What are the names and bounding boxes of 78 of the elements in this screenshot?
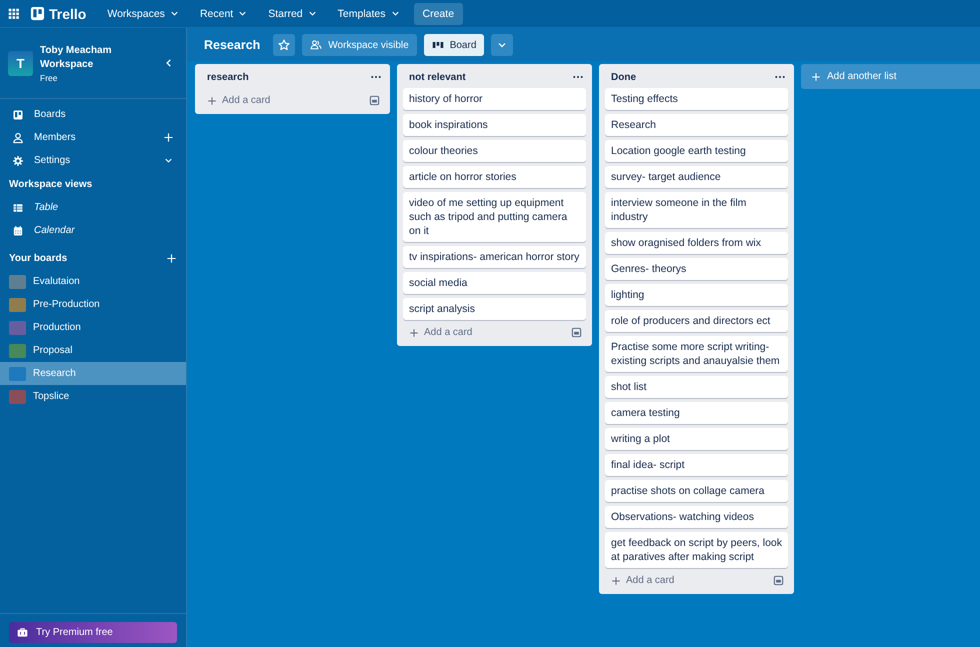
card[interactable]: show oragnised folders from wix — [605, 232, 788, 254]
add-list-button[interactable]: Add another list — [801, 64, 980, 89]
card[interactable]: camera testing — [605, 402, 788, 424]
plus-icon — [811, 72, 821, 82]
card[interactable]: Testing effects — [605, 88, 788, 110]
card[interactable]: lighting — [605, 284, 788, 306]
menu-dropdown[interactable]: Starred — [261, 4, 325, 24]
card[interactable]: final idea- script — [605, 454, 788, 476]
visibility-button[interactable]: Workspace visible — [302, 34, 417, 56]
calendar-icon — [12, 224, 24, 236]
create-button[interactable]: Create — [414, 2, 464, 24]
list-title[interactable]: not relevant — [409, 72, 466, 82]
view-item[interactable]: Calendar — [34, 225, 174, 236]
add-card-button[interactable]: Add a card — [403, 323, 478, 342]
workspace-name: Toby Meacham Workspace — [40, 44, 112, 72]
template-icon[interactable] — [571, 327, 582, 338]
add-card-button[interactable]: Add a card — [605, 571, 680, 590]
nav-item[interactable]: Boards — [34, 109, 174, 120]
menu-dropdown[interactable]: Templates — [330, 4, 408, 24]
briefcase-icon — [17, 627, 28, 638]
section-heading: Workspace views — [8, 178, 94, 192]
plus-icon[interactable] — [166, 252, 177, 264]
card[interactable]: practise shots on collage camera — [605, 480, 788, 502]
card[interactable]: Location google earth testing — [605, 140, 788, 162]
boards-icon — [12, 108, 24, 120]
card[interactable]: history of horror — [403, 88, 586, 110]
plus-icon[interactable] — [163, 132, 174, 143]
logo-text: Trello — [49, 6, 86, 22]
menu-dropdown[interactable]: Workspaces — [100, 4, 187, 24]
card[interactable]: writing a plot — [605, 428, 788, 450]
card[interactable]: shot list — [605, 376, 788, 398]
card[interactable]: script analysis — [403, 298, 586, 320]
board-item[interactable]: Topslice — [0, 385, 186, 408]
workspace-avatar: T — [8, 50, 33, 76]
card[interactable]: interview someone in the film industry — [605, 192, 788, 228]
board-item[interactable]: Proposal — [0, 339, 186, 362]
plan-label: Free — [40, 72, 58, 82]
view-item[interactable]: Table — [34, 202, 174, 213]
card[interactable]: book inspirations — [403, 114, 586, 136]
card[interactable]: article on horror stories — [403, 166, 586, 188]
card[interactable]: role of producers and directors ect — [605, 310, 788, 332]
logo-icon — [30, 6, 45, 21]
premium-button[interactable]: Try Premium free — [9, 622, 177, 643]
menu-dropdown[interactable]: Recent — [192, 4, 256, 24]
person-icon — [12, 132, 24, 144]
board-title[interactable]: Research — [204, 38, 260, 52]
card[interactable]: Practise some more script writing- existing scripts and anauyalsie them — [605, 336, 788, 372]
settings-icon — [12, 154, 24, 166]
card[interactable]: Observations- watching videos — [605, 506, 788, 528]
add-card-button[interactable]: Add a card — [201, 91, 276, 110]
list-title[interactable]: Done — [611, 72, 636, 82]
board-item[interactable]: Evalutaion — [0, 270, 186, 293]
table-icon — [12, 202, 24, 214]
card[interactable]: tv inspirations- american horror story — [403, 246, 586, 268]
view-tab[interactable]: Board — [424, 34, 484, 56]
nav-item[interactable]: Members — [34, 132, 153, 143]
card[interactable]: Genres- theorys — [605, 258, 788, 280]
card[interactable]: colour theories — [403, 140, 586, 162]
nav-item[interactable]: Settings — [34, 155, 153, 166]
section-heading: Your boards — [8, 252, 68, 266]
card[interactable]: Research — [605, 114, 788, 136]
star-icon — [278, 39, 290, 51]
template-icon[interactable] — [369, 95, 380, 106]
list-title[interactable]: research — [207, 72, 249, 82]
template-icon[interactable] — [773, 575, 784, 586]
star-button[interactable] — [273, 34, 296, 56]
plus-icon — [611, 576, 621, 586]
board-item[interactable]: Production — [0, 316, 186, 339]
people-icon — [310, 39, 322, 51]
board-view-icon — [432, 39, 444, 51]
card[interactable]: social media — [403, 272, 586, 294]
card[interactable]: video of me setting up equipment such as tripod and putting camera on it — [403, 192, 586, 242]
plus-icon — [409, 328, 419, 338]
board-item[interactable]: Pre-Production — [0, 293, 186, 316]
apps-grid-icon[interactable] — [8, 8, 20, 20]
card[interactable]: survey- target audience — [605, 166, 788, 188]
card[interactable]: get feedback on script by peers, look at paratives after making script — [605, 532, 788, 568]
plus-icon — [207, 96, 217, 106]
